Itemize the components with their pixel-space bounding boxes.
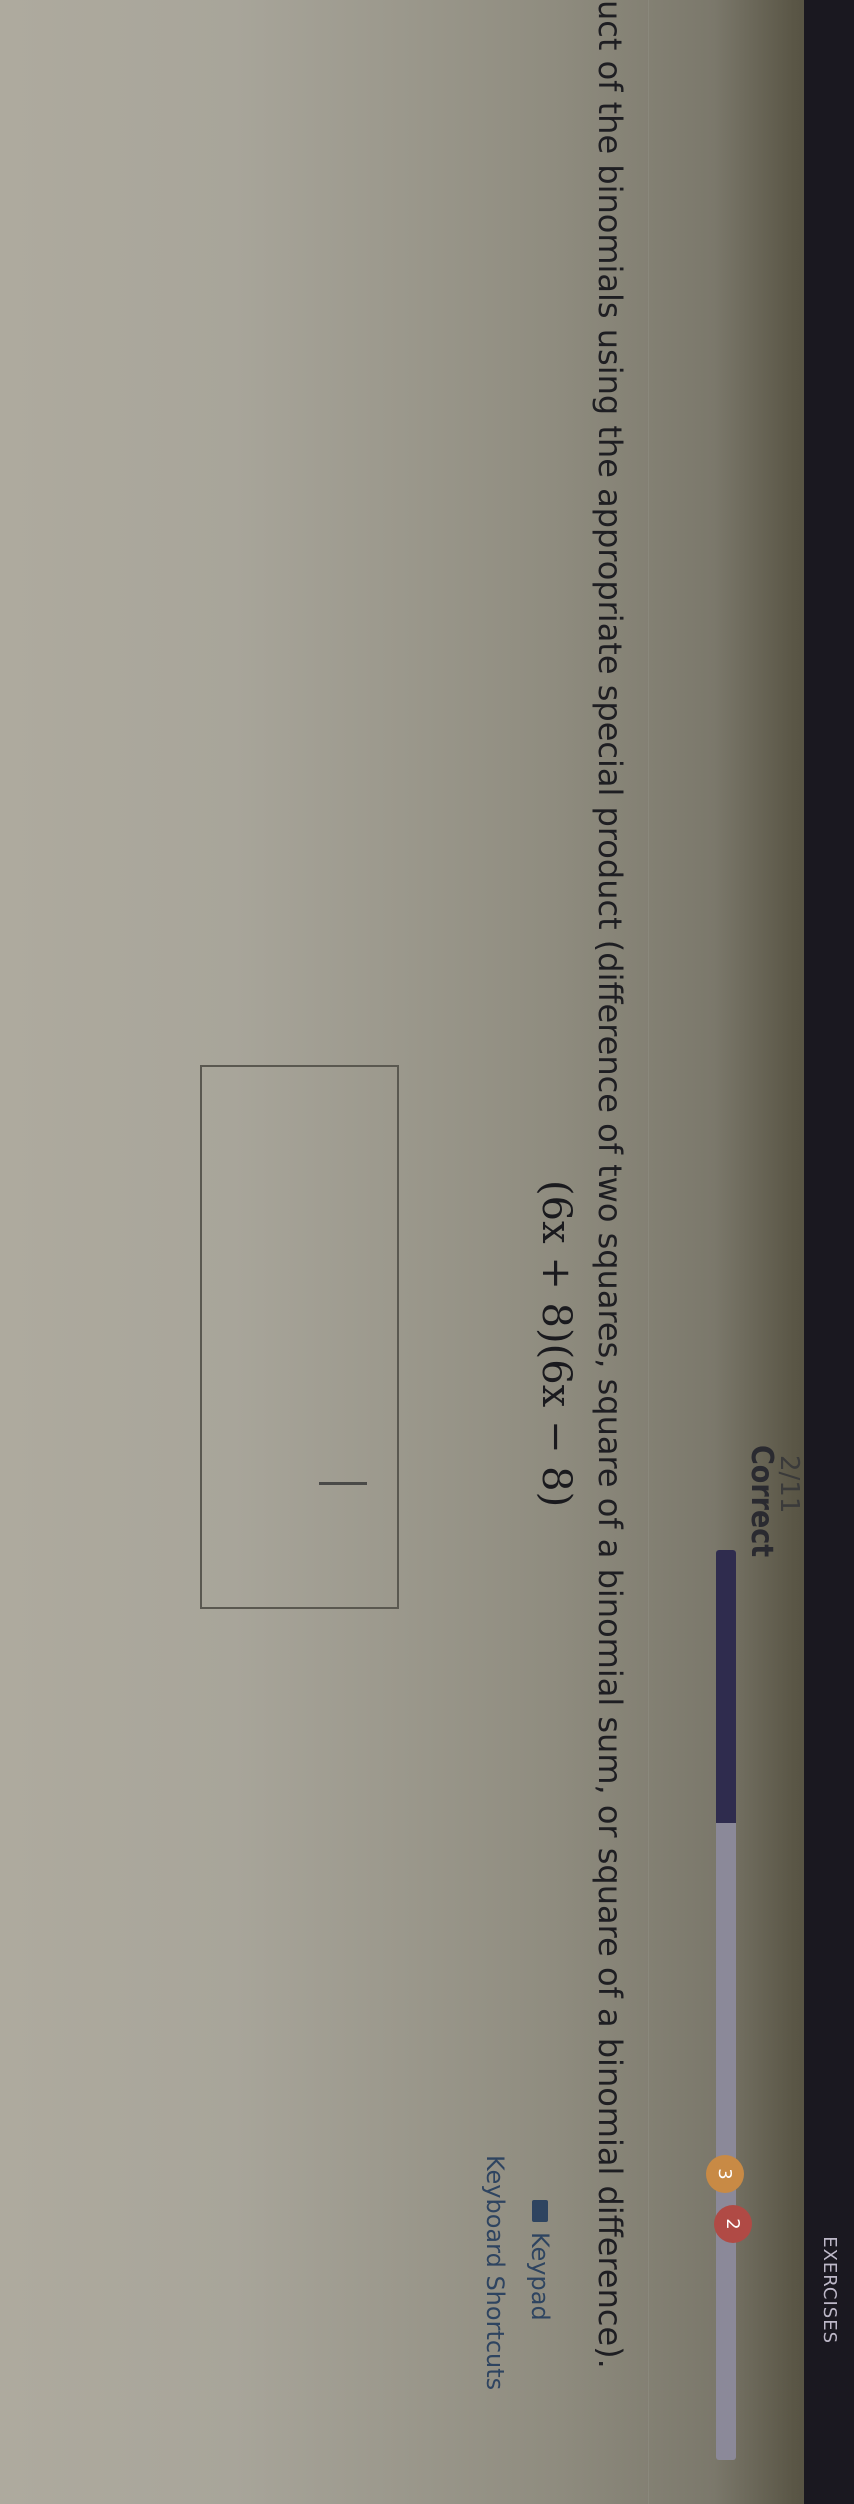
text-cursor: [319, 1482, 367, 1485]
streak-badge[interactable]: 3: [706, 2155, 744, 2193]
streak-badge-value: 3: [714, 2168, 736, 2180]
progress-bar: [716, 1550, 736, 2460]
status-text: Correct: [744, 1445, 779, 1558]
question-instruction: uct of the binomials using the appropria…: [591, 0, 629, 2369]
answer-input[interactable]: [200, 1065, 399, 1609]
page: EXERCISES 2/11 Correct 3 2 uct of the bi…: [0, 0, 854, 2504]
heart-badge[interactable]: 2: [714, 2205, 752, 2243]
progress-fill: [716, 1550, 736, 1823]
keyboard-shortcuts-link[interactable]: Keyboard Shortcuts: [481, 2155, 509, 2390]
divider: [648, 0, 649, 2504]
top-bar: EXERCISES: [804, 0, 854, 2504]
keypad-toggle[interactable]: Keypad: [526, 2200, 554, 2321]
math-expression: (6x + 8)(6x − 8): [533, 1180, 579, 1508]
keypad-label: Keypad: [526, 2232, 554, 2321]
status-row: [684, 0, 804, 2504]
heart-badge-value: 2: [722, 2218, 744, 2230]
keypad-icon: [532, 2200, 548, 2222]
section-label: EXERCISES: [819, 2236, 840, 2344]
